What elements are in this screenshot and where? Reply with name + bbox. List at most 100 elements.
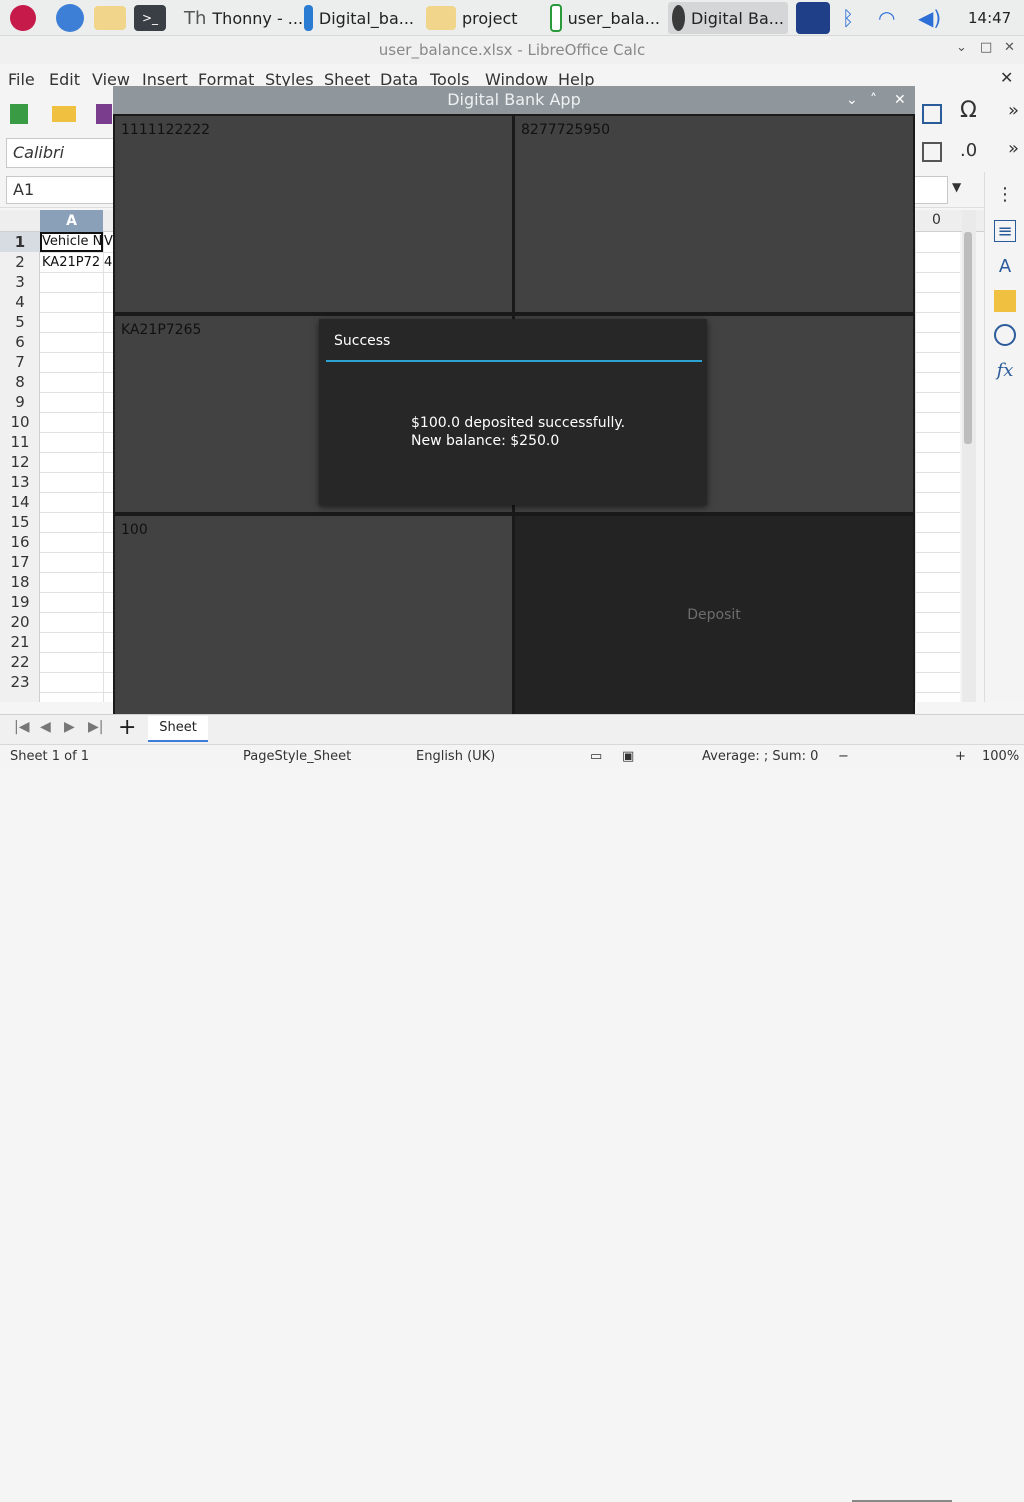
app-maximize-icon[interactable]: ˄ [870, 86, 877, 114]
volume-icon[interactable]: ◀) [914, 2, 945, 34]
row-number[interactable]: 5 [0, 312, 40, 332]
decimal-icon[interactable]: .0 [960, 140, 977, 161]
taskbar-app-project[interactable]: project [422, 2, 542, 34]
calc-sidebar [984, 172, 1024, 702]
prev-sheet-icon[interactable]: ◀ [40, 719, 51, 735]
row-number[interactable]: 10 [0, 412, 40, 432]
bluetooth-icon[interactable]: ᛒ [838, 2, 858, 34]
raspberry-menu-icon[interactable] [6, 2, 40, 34]
row-number[interactable]: 16 [0, 532, 40, 552]
save-status-icon: ▣ [622, 749, 635, 764]
minimize-icon[interactable]: ⌄ [956, 40, 967, 55]
more-tools-icon[interactable]: » [1008, 100, 1019, 121]
success-popup[interactable]: Success $100.0 deposited successfully. N… [319, 319, 707, 505]
navigator-icon[interactable] [994, 324, 1016, 346]
zoom-in-icon[interactable]: + [955, 749, 966, 764]
row-number[interactable]: 23 [0, 672, 40, 692]
close-document-icon[interactable]: ✕ [1000, 68, 1013, 87]
app-close-icon[interactable]: ✕ [894, 86, 906, 114]
row-number[interactable]: 3 [0, 272, 40, 292]
row-number[interactable]: 4 [0, 292, 40, 312]
row-number[interactable]: 12 [0, 452, 40, 472]
save-icon[interactable] [96, 104, 112, 124]
popup-message-line2: New balance: $250.0 [411, 433, 560, 449]
special-character-icon[interactable]: Ω [960, 98, 977, 123]
terminal-icon[interactable]: >_ [130, 2, 170, 34]
sheet-tab[interactable]: Sheet [148, 716, 208, 742]
cell-a1-value: Vehicle N [42, 234, 102, 249]
spreadsheet-icon [550, 4, 562, 32]
language[interactable]: English (UK) [416, 749, 495, 764]
column-o-header[interactable]: 0 [932, 212, 941, 228]
row-number[interactable]: 21 [0, 632, 40, 652]
clock: 14:47 [968, 9, 1012, 27]
styles-icon[interactable]: A [994, 256, 1016, 278]
phone-number-field[interactable]: 8277725950 [515, 116, 913, 312]
browser-icon[interactable] [52, 2, 88, 34]
taskbar-app-thonny[interactable]: Th Thonny - ... [180, 2, 303, 34]
row-number[interactable]: 7 [0, 352, 40, 372]
last-sheet-icon[interactable]: ▶| [88, 719, 103, 735]
sidebar-menu-icon[interactable]: ⋮ [994, 184, 1016, 206]
zoom-level[interactable]: 100% [982, 749, 1019, 764]
menu-edit[interactable]: Edit [49, 70, 80, 89]
vscode-icon [304, 5, 313, 31]
row-number[interactable]: 18 [0, 572, 40, 592]
row-number[interactable]: 8 [0, 372, 40, 392]
account-number-field[interactable]: 1111122222 [115, 116, 512, 312]
file-manager-icon[interactable] [90, 2, 130, 34]
gallery-icon[interactable] [994, 290, 1016, 312]
status-bar: Sheet 1 of 1 PageStyle_Sheet English (UK… [0, 744, 1024, 1502]
row-number[interactable]: 14 [0, 492, 40, 512]
row-number[interactable]: 13 [0, 472, 40, 492]
row-number[interactable]: 1 [0, 232, 40, 252]
date-icon[interactable] [922, 142, 942, 162]
expand-formula-icon[interactable]: ▼ [952, 180, 961, 194]
deposit-button[interactable]: Deposit [515, 516, 913, 714]
row-number[interactable]: 9 [0, 392, 40, 412]
amount-field[interactable]: 100 [115, 516, 512, 714]
name-box[interactable]: A1 [6, 176, 116, 204]
row-number[interactable]: 6 [0, 332, 40, 352]
column-a-header[interactable]: A [40, 210, 103, 232]
row-number[interactable]: 19 [0, 592, 40, 612]
kivy-icon [672, 5, 685, 31]
functions-icon[interactable]: fx [994, 360, 1016, 382]
cell-a2-value: KA21P72 [42, 255, 101, 270]
more-format-icon[interactable]: » [1008, 138, 1019, 159]
app-minimize-icon[interactable]: ⌄ [846, 86, 858, 114]
close-icon[interactable]: ✕ [1004, 40, 1015, 55]
new-spreadsheet-icon[interactable] [10, 104, 28, 124]
next-sheet-icon[interactable]: ▶ [64, 719, 75, 735]
taskbar-app-calc[interactable]: user_bala... [546, 2, 664, 34]
row-header: 1 2 3 4 5 6 7 8 9 10 11 12 13 14 15 16 17 18 19 20 21 22 23 [0, 232, 40, 702]
row-number[interactable]: 2 [0, 252, 40, 272]
font-name-box[interactable]: Calibri [6, 138, 116, 168]
maximize-icon[interactable]: □ [980, 40, 992, 55]
amount-text: 100 [121, 522, 148, 538]
open-folder-icon[interactable] [52, 106, 76, 122]
scrollbar-thumb[interactable] [964, 232, 972, 444]
zoom-out-icon[interactable]: − [838, 749, 849, 764]
popup-title: Success [334, 333, 391, 349]
calc-window-title: user_balance.xlsx - LibreOffice Calc [0, 36, 1024, 64]
app-title-bar: Digital Bank App [113, 86, 915, 114]
menu-file[interactable]: File [8, 70, 35, 89]
row-number[interactable]: 20 [0, 612, 40, 632]
image-icon[interactable] [922, 104, 942, 124]
vehicle-number-text: KA21P7265 [121, 322, 202, 338]
page-style[interactable]: PageStyle_Sheet [243, 749, 351, 764]
vnc-icon[interactable] [792, 2, 834, 34]
selection-mode-icon[interactable]: ▭ [590, 749, 602, 764]
formula-input[interactable] [912, 176, 948, 204]
taskbar-app-vscode[interactable]: Digital_ba... [300, 2, 418, 34]
row-number[interactable]: 15 [0, 512, 40, 532]
wifi-icon[interactable]: ◠ [874, 2, 899, 34]
row-number[interactable]: 22 [0, 652, 40, 672]
row-number[interactable]: 11 [0, 432, 40, 452]
taskbar-app-digital-bank[interactable]: Digital Ba... [668, 2, 788, 34]
row-number[interactable]: 17 [0, 552, 40, 572]
add-sheet-icon[interactable]: + [118, 715, 136, 740]
properties-icon[interactable]: ≡ [994, 220, 1016, 242]
first-sheet-icon[interactable]: |◀ [14, 719, 29, 735]
